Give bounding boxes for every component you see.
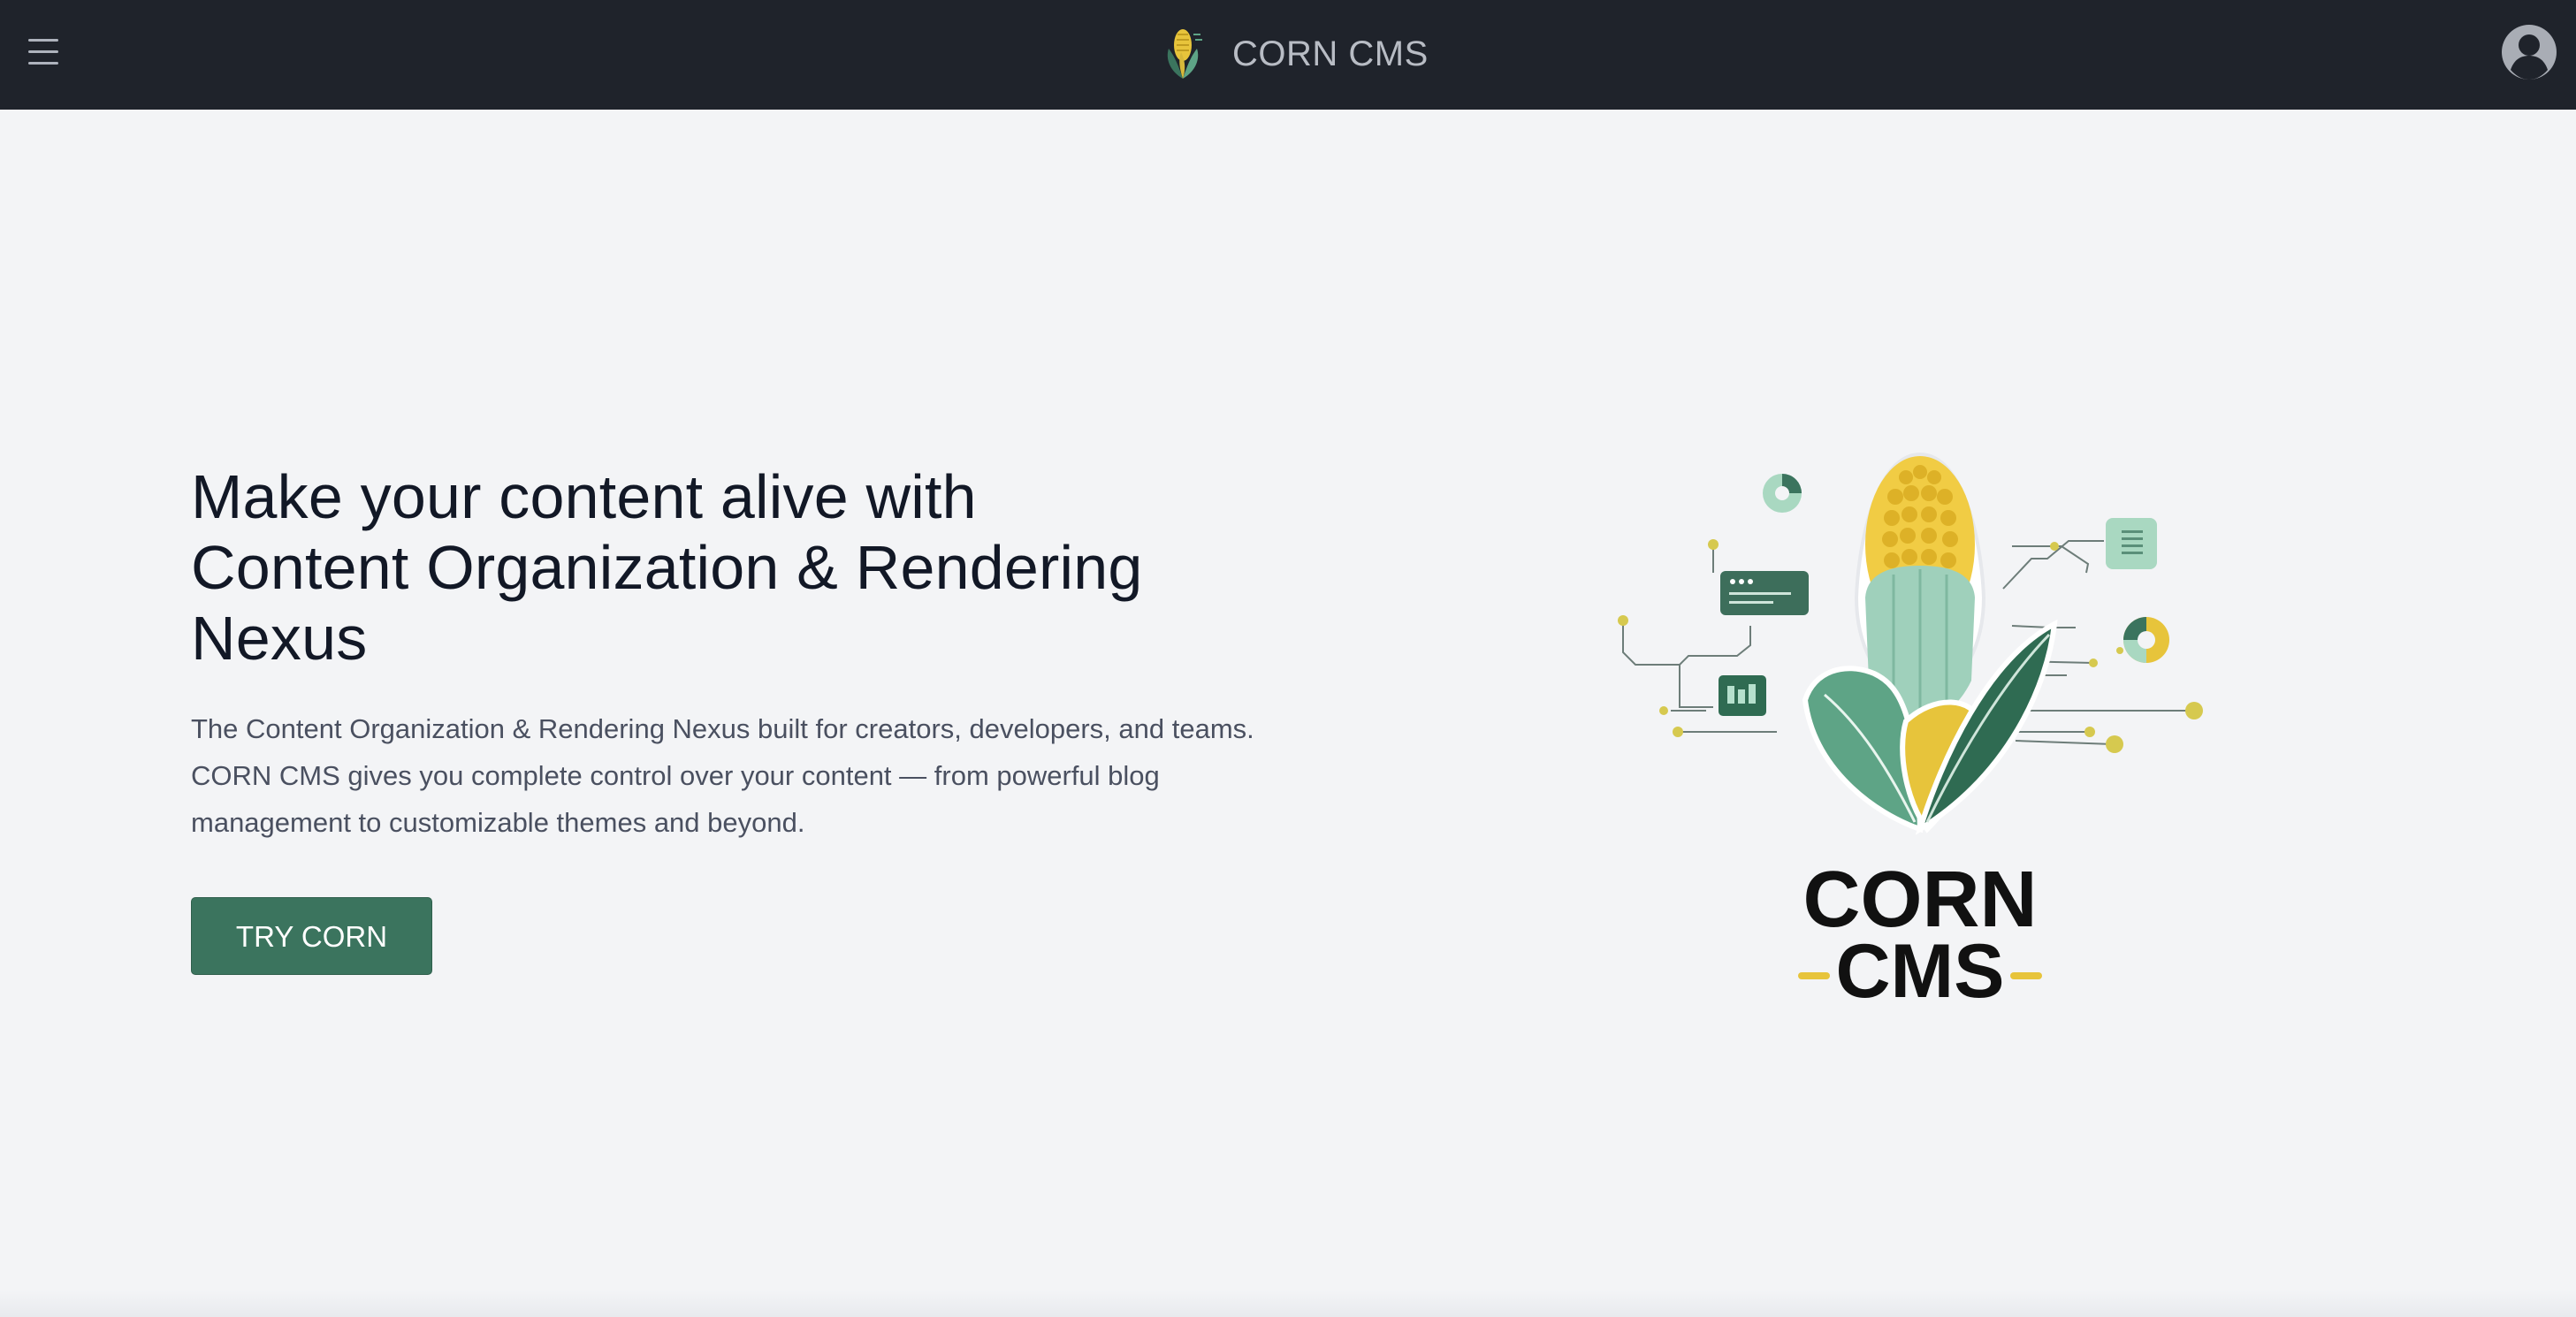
logo-text-cms: CMS	[1835, 929, 2004, 1014]
hero-description-line-3: management to customizable themes and be…	[191, 807, 805, 838]
corn-cms-logo-image: CORN CMS	[1618, 452, 2203, 1014]
user-avatar-icon[interactable]	[2500, 23, 2558, 81]
hero-description-line-1: The Content Organization & Rendering Nex…	[191, 713, 1254, 744]
top-navigation-bar: CORN CMS	[0, 0, 2576, 110]
corn-logo-icon	[1167, 29, 1202, 79]
hero-description-line-2: CORN CMS gives you complete control over…	[191, 760, 1160, 791]
brand-name: CORN CMS	[1232, 34, 1429, 73]
hero-description: The Content Organization & Rendering Nex…	[191, 705, 1331, 846]
brand-home-link[interactable]: CORN CMS	[1158, 23, 1429, 85]
corn-cms-illustration: CORN CMS	[1609, 442, 2228, 1025]
try-corn-button[interactable]: TRY CORN	[191, 897, 432, 975]
page-bottom-shadow	[0, 1290, 2576, 1317]
hero-title: Make your content alive with Content Org…	[191, 461, 1340, 674]
hamburger-menu-icon[interactable]	[28, 39, 58, 65]
hero-title-line-1: Make your content alive with	[191, 462, 977, 531]
hero-section: Make your content alive with Content Org…	[191, 461, 1340, 975]
hero-title-line-2: Content Organization & Rendering	[191, 533, 1143, 602]
hero-title-line-3: Nexus	[191, 604, 368, 673]
